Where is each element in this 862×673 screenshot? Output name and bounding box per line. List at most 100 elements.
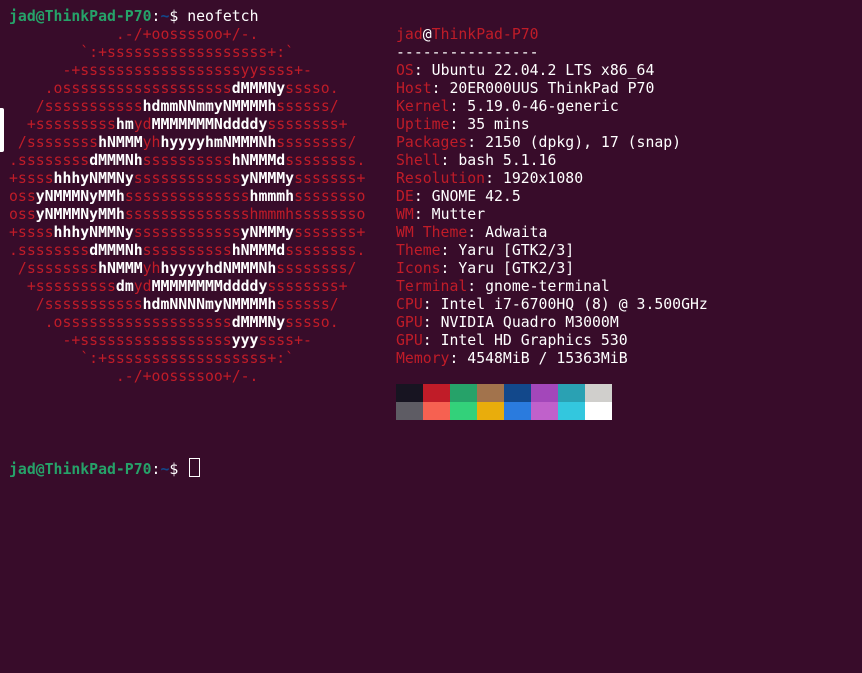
logo-segment: ssss+- [258, 332, 312, 349]
logo-line: +sssssssssdmydMMMMMMMMddddyssssssss+ [9, 278, 365, 296]
logo-segment: yNMMMy [240, 170, 295, 187]
logo-line: .ssssssssdMMMNhsssssssssshNMMMdssssssss. [9, 242, 365, 260]
logo-segment: +sssssssss [9, 116, 116, 133]
logo-segment: hNMMMd [231, 152, 286, 169]
info-colon: : [431, 80, 450, 97]
logo-segment: +ssss [9, 170, 54, 187]
logo-segment: .-/+oossssoo+/-. [9, 26, 259, 43]
info-key: GPU [396, 314, 423, 331]
color-swatch [558, 384, 585, 402]
info-colon: : [422, 296, 441, 313]
info-title-host: ThinkPad-P70 [431, 26, 539, 43]
logo-segment: dm [115, 278, 134, 295]
info-value: Intel HD Graphics 530 [440, 332, 628, 349]
logo-segment: sssssss+ [294, 224, 366, 241]
logo-segment: hdmmNNmmyNMMMMh [142, 98, 277, 115]
logo-segment: yh [142, 134, 161, 151]
logo-segment: yNMMMy [240, 224, 295, 241]
info-row: Host: 20ER000UUS ThinkPad P70 [396, 80, 708, 98]
info-colon: : [440, 260, 459, 277]
info-value: 1920x1080 [502, 170, 584, 187]
info-row: Kernel: 5.19.0-46-generic [396, 98, 708, 116]
ubuntu-ascii-logo: .-/+oossssoo+/-. `:+ssssssssssssssssss+:… [9, 26, 365, 386]
info-value: NVIDIA Quadro M3000M [440, 314, 619, 331]
logo-segment: /ssssssss [9, 260, 99, 277]
info-colon: : [467, 278, 486, 295]
logo-line: /sssssssshNMMMyhhyyyyhmNMMMNhssssssss/ [9, 134, 365, 152]
info-value: Ubuntu 22.04.2 LTS x86_64 [431, 62, 655, 79]
logo-segment: `:+ssssssssssssssssss+:` [9, 350, 295, 367]
info-key: GPU [396, 332, 423, 349]
logo-line: -+ssssssssssssssssssyyssss+- [9, 62, 365, 80]
prompt-line-1: jad@ThinkPad-P70:~$ neofetch [9, 8, 862, 26]
color-swatch [450, 384, 477, 402]
logo-segment: ssssssssssssss [124, 188, 250, 205]
logo-segment: sssssssssssssshmmmhssssssso [124, 206, 366, 223]
logo-segment: sssssss+ [294, 170, 366, 187]
logo-line: .osssssssssssssssssssdMMMNysssso. [9, 314, 365, 332]
info-value: 35 mins [467, 116, 530, 133]
command-text: neofetch [187, 8, 259, 25]
logo-segment: hdmNNNNmyNMMMMh [142, 296, 277, 313]
prompt-line-2[interactable]: jad@ThinkPad-P70:~$ [9, 458, 201, 479]
logo-segment: .osssssssssssssssssss [9, 80, 232, 97]
color-swatch [531, 384, 558, 402]
logo-segment: MMMMMMMNddddy [151, 116, 268, 133]
info-row: WM: Mutter [396, 206, 708, 224]
logo-segment: dMMMNh [89, 242, 143, 259]
info-value: GNOME 42.5 [431, 188, 521, 205]
color-palette [396, 384, 612, 420]
logo-segment: dMMMNy [231, 314, 286, 331]
logo-segment: sssso. [285, 314, 339, 331]
info-key: CPU [396, 296, 423, 313]
logo-segment: yNMMMNyMMh [35, 188, 125, 205]
logo-line: `:+ssssssssssssssssss+:` [9, 44, 365, 62]
logo-segment: dMMMNy [231, 80, 286, 97]
logo-segment: ssssssss. [285, 152, 366, 169]
color-swatch [585, 384, 612, 402]
info-value: 5.19.0-46-generic [467, 98, 619, 115]
logo-segment: .-/+oossssoo+/-. [9, 368, 259, 385]
terminal-window[interactable]: jad@ThinkPad-P70:~$ neofetch .-/+oosssso… [0, 0, 862, 673]
logo-line: `:+ssssssssssssssssss+:` [9, 350, 365, 368]
info-colon: : [413, 206, 432, 223]
text-cursor[interactable] [189, 458, 201, 477]
logo-line: /sssssssshNMMMyhhyyyyhdNMMMNhssssssss/ [9, 260, 365, 278]
logo-line: .-/+oossssoo+/-. [9, 368, 365, 386]
info-row: Terminal: gnome-terminal [396, 278, 708, 296]
logo-segment: hNMMMd [231, 242, 286, 259]
logo-segment: yd [133, 278, 152, 295]
logo-segment: sssso. [285, 80, 339, 97]
info-value: gnome-terminal [485, 278, 610, 295]
color-swatch [531, 402, 558, 420]
info-key: Shell [396, 152, 441, 169]
system-info: jad@ThinkPad-P70 ---------------- OS: Ub… [396, 26, 708, 368]
logo-segment: ssssss/ [276, 296, 339, 313]
info-title: jad@ThinkPad-P70 [396, 26, 708, 44]
color-swatch [450, 402, 477, 420]
logo-segment: +sssssssss [9, 278, 116, 295]
info-key: Terminal [396, 278, 468, 295]
info-key: Icons [396, 260, 441, 277]
info-colon: : [449, 350, 468, 367]
color-swatch [504, 384, 531, 402]
info-key: Resolution [396, 170, 486, 187]
logo-line: ossyNMMMNyMMhsssssssssssssshmmmhssssssso [9, 206, 365, 224]
logo-segment: dMMMNh [89, 152, 143, 169]
info-row: WM Theme: Adwaita [396, 224, 708, 242]
info-value: Intel i7-6700HQ (8) @ 3.500GHz [440, 296, 708, 313]
info-colon: : [449, 98, 468, 115]
logo-segment: yh [142, 260, 161, 277]
logo-segment: ssssssssss [142, 152, 232, 169]
color-swatch [504, 402, 531, 420]
logo-segment: oss [9, 188, 36, 205]
info-value: 4548MiB / 15363MiB [467, 350, 628, 367]
logo-segment: hyyyyhmNMMMNh [160, 134, 277, 151]
info-row: Icons: Yaru [GTK2/3] [396, 260, 708, 278]
prompt-user: jad@ThinkPad-P70 [9, 8, 152, 25]
info-value: Yaru [GTK2/3] [458, 260, 575, 277]
logo-segment: ssssss/ [276, 98, 339, 115]
info-row: CPU: Intel i7-6700HQ (8) @ 3.500GHz [396, 296, 708, 314]
info-key: Packages [396, 134, 468, 151]
info-key: Uptime [396, 116, 450, 133]
